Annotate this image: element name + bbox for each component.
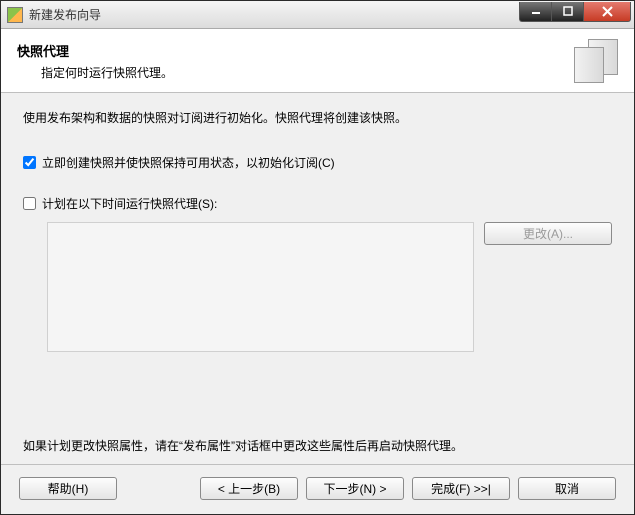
close-icon [602, 6, 613, 17]
header-text: 快照代理 指定何时运行快照代理。 [17, 41, 574, 81]
page-subtitle: 指定何时运行快照代理。 [41, 64, 574, 81]
change-button-wrap: 更改(A)... [484, 222, 612, 352]
finish-button[interactable]: 完成(F) >>| [412, 477, 510, 500]
page-title: 快照代理 [17, 41, 574, 60]
window-title: 新建发布向导 [29, 6, 519, 23]
header-graphic [574, 39, 618, 83]
maximize-button[interactable] [551, 2, 583, 22]
cancel-button[interactable]: 取消 [518, 477, 616, 500]
immediate-checkbox[interactable] [23, 156, 36, 169]
wizard-header: 快照代理 指定何时运行快照代理。 [1, 29, 634, 93]
next-button[interactable]: 下一步(N) > [306, 477, 404, 500]
schedule-body: 更改(A)... [47, 222, 612, 352]
footer: 帮助(H) < 上一步(B) 下一步(N) > 完成(F) >>| 取消 [1, 464, 634, 514]
intro-text: 使用发布架构和数据的快照对订阅进行初始化。快照代理将创建该快照。 [23, 109, 612, 126]
maximize-icon [563, 6, 573, 16]
schedule-block: 计划在以下时间运行快照代理(S): 更改(A)... [23, 195, 612, 419]
change-button[interactable]: 更改(A)... [484, 222, 612, 245]
titlebar[interactable]: 新建发布向导 [1, 1, 634, 29]
schedule-label: 计划在以下时间运行快照代理(S): [42, 195, 217, 212]
wizard-window: 新建发布向导 快照代理 指定何时运行快照代理。 使用发布架构和数据的快照对订阅进… [0, 0, 635, 515]
app-icon [7, 7, 23, 23]
schedule-checkbox[interactable] [23, 197, 36, 210]
schedule-description-box [47, 222, 474, 352]
note-text: 如果计划更改快照属性，请在“发布属性”对话框中更改这些属性后再启动快照代理。 [23, 437, 612, 454]
help-button[interactable]: 帮助(H) [19, 477, 117, 500]
content-area: 使用发布架构和数据的快照对订阅进行初始化。快照代理将创建该快照。 立即创建快照并… [1, 93, 634, 464]
back-button[interactable]: < 上一步(B) [200, 477, 298, 500]
close-button[interactable] [583, 2, 631, 22]
window-controls [519, 2, 631, 22]
minimize-icon [531, 6, 541, 16]
immediate-snapshot-row[interactable]: 立即创建快照并使快照保持可用状态，以初始化订阅(C) [23, 154, 612, 171]
immediate-label: 立即创建快照并使快照保持可用状态，以初始化订阅(C) [42, 154, 335, 171]
minimize-button[interactable] [519, 2, 551, 22]
schedule-snapshot-row[interactable]: 计划在以下时间运行快照代理(S): [23, 195, 612, 212]
